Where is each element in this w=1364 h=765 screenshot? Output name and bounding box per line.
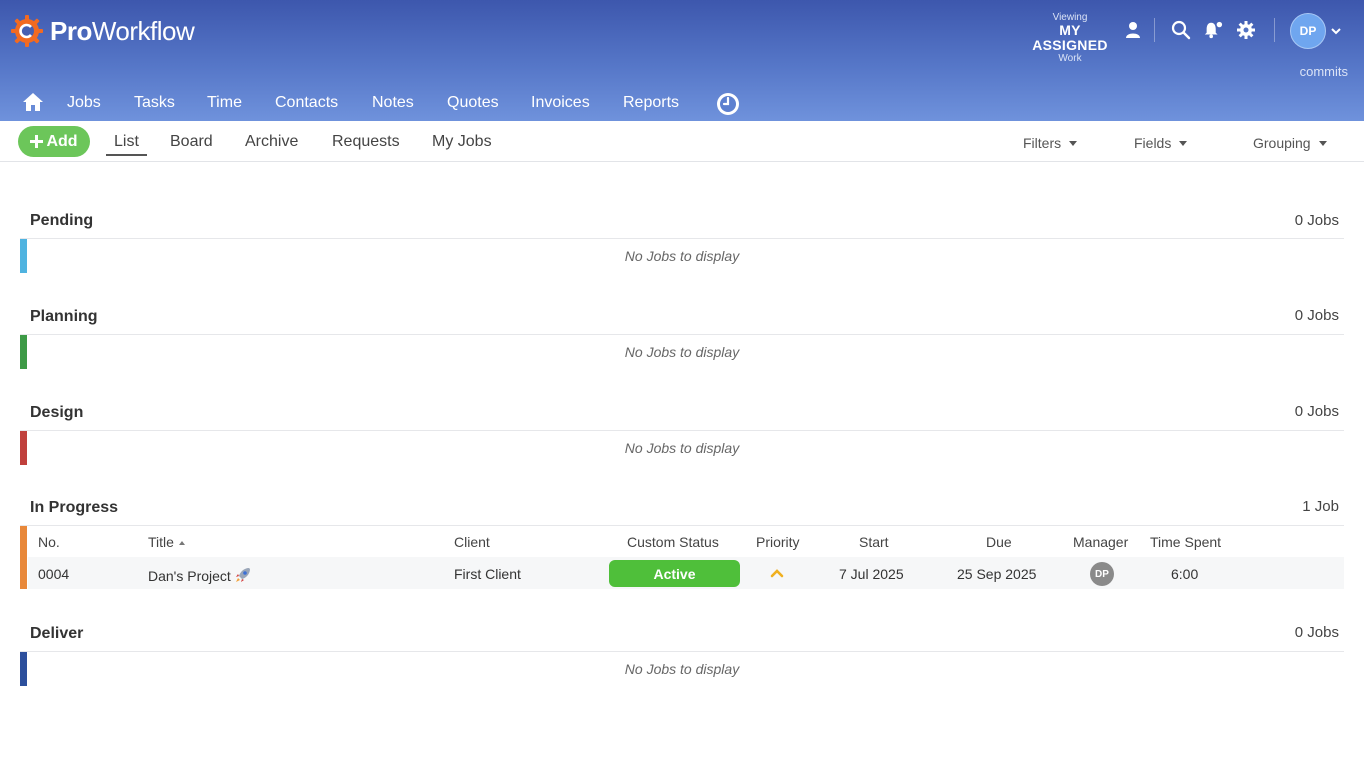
nav-reports[interactable]: Reports — [623, 94, 679, 112]
nav-invoices[interactable]: Invoices — [531, 94, 590, 112]
settings-gear-icon[interactable] — [1236, 20, 1256, 40]
view-toolbar: Add List Board Archive Requests My Jobs … — [0, 121, 1364, 162]
notifications-bell-icon[interactable] — [1203, 20, 1223, 40]
column-header-manager[interactable]: Manager — [1073, 534, 1128, 550]
app-name: ProWorkflow — [50, 15, 195, 46]
job-number[interactable]: 0004 — [38, 566, 69, 582]
job-title-text: Dan's Project — [148, 568, 231, 584]
main-nav: Jobs Tasks Time Contacts Notes Quotes In… — [0, 86, 1364, 124]
empty-message: No Jobs to display — [624, 248, 740, 264]
group-divider — [20, 651, 1344, 652]
job-title[interactable]: Dan's Project — [148, 566, 252, 584]
nav-quotes[interactable]: Quotes — [447, 94, 499, 112]
caret-down-icon — [1069, 140, 1078, 146]
group-title-pending[interactable]: Pending — [30, 212, 93, 230]
home-icon[interactable] — [22, 92, 44, 112]
group-title-in-progress[interactable]: In Progress — [30, 499, 118, 517]
search-icon[interactable] — [1171, 20, 1191, 40]
user-avatar[interactable]: DP — [1290, 13, 1326, 49]
job-time-spent: 6:00 — [1171, 566, 1199, 582]
group-count-pending: 0 Jobs — [1294, 212, 1339, 229]
fields-label: Fields — [1134, 135, 1172, 151]
nav-contacts[interactable]: Contacts — [275, 94, 338, 112]
empty-message: No Jobs to display — [624, 440, 740, 456]
custom-status-badge[interactable]: Active — [609, 560, 740, 587]
column-header-custom-status[interactable]: Custom Status — [627, 534, 719, 550]
column-header-no[interactable]: No. — [38, 534, 60, 550]
plus-icon — [30, 135, 44, 148]
nav-tasks[interactable]: Tasks — [134, 94, 175, 112]
commits-label[interactable]: commits — [1300, 64, 1348, 79]
viewing-switcher[interactable]: Viewing MY ASSIGNED Work — [1020, 12, 1120, 64]
tab-requests[interactable]: Requests — [332, 133, 400, 151]
grouping-dropdown[interactable]: Grouping — [1253, 135, 1327, 151]
rocket-icon — [235, 568, 250, 582]
tab-my-jobs[interactable]: My Jobs — [432, 133, 492, 151]
tab-list[interactable]: List — [106, 133, 147, 156]
nav-jobs[interactable]: Jobs — [59, 94, 109, 124]
chevron-up-icon[interactable] — [770, 568, 784, 578]
column-header-title-label: Title — [148, 534, 174, 550]
add-label: Add — [46, 132, 78, 150]
grouping-label: Grouping — [1253, 135, 1311, 151]
chevron-down-icon[interactable] — [1330, 26, 1342, 36]
group-divider — [20, 334, 1344, 335]
group-count-in-progress: 1 Job — [1302, 498, 1339, 515]
group-title-deliver[interactable]: Deliver — [30, 625, 83, 643]
clock-timer-icon[interactable] — [716, 92, 740, 116]
nav-notes[interactable]: Notes — [372, 94, 414, 112]
group-title-planning[interactable]: Planning — [30, 308, 98, 326]
nav-time[interactable]: Time — [207, 94, 242, 112]
viewing-mode: MY ASSIGNED — [1032, 22, 1108, 53]
caret-down-icon — [1179, 140, 1188, 146]
tab-board[interactable]: Board — [170, 133, 213, 151]
group-divider — [20, 525, 1344, 526]
group-count-design: 0 Jobs — [1294, 403, 1339, 420]
filters-dropdown[interactable]: Filters — [1023, 135, 1078, 151]
job-start-date: 7 Jul 2025 — [839, 566, 904, 582]
manager-avatar[interactable]: DP — [1090, 562, 1114, 586]
column-header-title[interactable]: Title — [148, 534, 185, 550]
group-divider — [20, 430, 1344, 431]
group-divider — [20, 238, 1344, 239]
job-client[interactable]: First Client — [454, 566, 521, 582]
app-logo[interactable]: ProWorkflow — [10, 13, 195, 49]
person-icon[interactable] — [1125, 21, 1141, 39]
tab-archive[interactable]: Archive — [245, 133, 298, 151]
column-header-priority[interactable]: Priority — [756, 534, 800, 550]
column-header-client[interactable]: Client — [454, 534, 490, 550]
group-count-planning: 0 Jobs — [1294, 307, 1339, 324]
header-divider — [1274, 18, 1275, 42]
group-count-deliver: 0 Jobs — [1294, 624, 1339, 641]
column-header-due[interactable]: Due — [986, 534, 1012, 550]
gear-logo-icon — [11, 15, 43, 47]
app-header: ProWorkflow Viewing MY ASSIGNED Work DP … — [0, 0, 1364, 124]
column-header-start[interactable]: Start — [859, 534, 889, 550]
fields-dropdown[interactable]: Fields — [1134, 135, 1188, 151]
group-color-bar — [20, 526, 27, 589]
empty-message: No Jobs to display — [624, 661, 740, 677]
group-title-design[interactable]: Design — [30, 404, 83, 422]
job-due-date: 25 Sep 2025 — [957, 566, 1037, 582]
viewing-subcaption: Work — [1058, 53, 1082, 64]
column-header-time-spent[interactable]: Time Spent — [1150, 534, 1221, 550]
caret-down-icon — [1318, 140, 1327, 146]
add-job-button[interactable]: Add — [18, 126, 90, 157]
sort-asc-icon — [178, 541, 185, 545]
empty-message: No Jobs to display — [624, 344, 740, 360]
filters-label: Filters — [1023, 135, 1062, 151]
header-divider — [1154, 18, 1155, 42]
